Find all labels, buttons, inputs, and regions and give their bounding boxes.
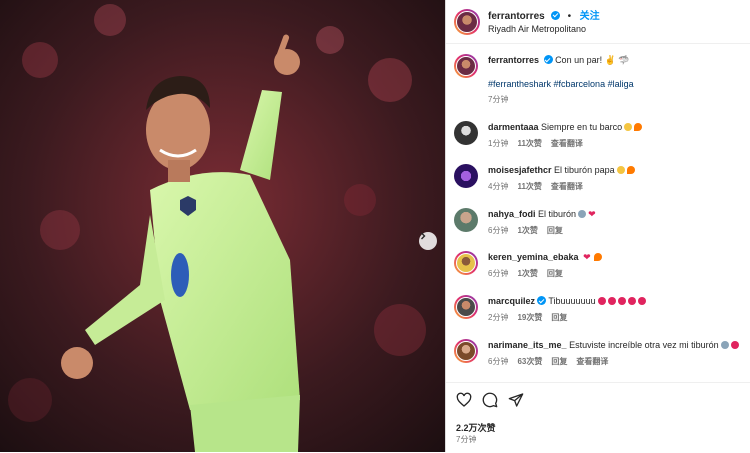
separator-dot: • [567,10,572,22]
comment-text: El tiburón [538,209,577,219]
reply-button[interactable]: 回复 [551,313,567,322]
heart-icon[interactable] [456,392,472,413]
fire-emoji-icon [634,123,643,131]
see-translation-button[interactable]: 查看翻译 [576,357,608,366]
comment-item: marcquilez Tibuuuuuuu 2分钟 19次赞 回复 [454,295,744,324]
fire-emoji-icon [626,166,635,174]
heart-emoji-icon [583,251,592,263]
heart-eyes-emoji-icon [637,297,646,305]
comment-text: Siempre en tu barco [541,122,623,132]
share-icon[interactable] [508,392,524,413]
clap-emoji-icon [624,123,633,131]
caption-text: Con un par! ✌️ 🦈 [555,55,630,65]
commenter-avatar[interactable] [454,208,478,232]
author-username[interactable]: ferrantorres [488,11,545,22]
comment-likes[interactable]: 11次赞 [517,182,541,191]
follow-button[interactable]: 关注 [580,11,600,22]
comment-item: darmentaaa Siempre en tu barco 1分钟 11次赞 查看… [454,121,744,150]
shark-emoji-icon [720,341,729,349]
comment-time: 4分钟 [488,182,509,191]
post-time: 7分钟 [456,435,477,444]
comment-username[interactable]: nahya_fodi [488,209,536,219]
post-header: ferrantorres • 关注 Riyadh Air Metropolita… [446,0,750,44]
comment-item: moisesjafethcr El tiburón papa 4分钟 11次赞 查看… [454,164,744,193]
comment-time: 6分钟 [488,226,509,235]
commenter-avatar[interactable] [454,339,478,363]
comment-likes[interactable]: 19次赞 [517,313,542,322]
comment-likes[interactable]: 11次赞 [517,139,541,148]
likes-count[interactable]: 2.2万次赞 [456,421,496,434]
verified-badge-icon [537,296,547,305]
see-translation-button[interactable]: 查看翻译 [551,182,583,191]
commenter-avatar[interactable] [454,164,478,188]
shark-emoji-icon [578,210,587,218]
reply-button[interactable]: 回复 [551,357,567,366]
commenter-avatar[interactable] [454,121,478,145]
verified-badge-icon [543,55,553,64]
caption-time: 7分钟 [488,95,509,104]
post-side-panel: ferrantorres • 关注 Riyadh Air Metropolita… [445,0,750,452]
post-actions: 2.2万次赞 7分钟 [446,382,750,453]
comment-text: Estuviste increíble otra vez mi tiburón [569,340,719,350]
heart-eyes-emoji-icon [597,297,606,305]
reply-button[interactable]: 回复 [547,269,563,278]
author-avatar[interactable] [454,54,478,78]
caption-username[interactable]: ferrantorres [488,55,539,65]
comment-username[interactable]: darmentaaa [488,122,539,132]
location-link[interactable]: Riyadh Air Metropolitano [488,23,600,36]
comment-time: 2分钟 [488,313,509,322]
comment-item: narimane_its_me_ Estuviste increíble otr… [454,339,744,368]
comment-username[interactable]: moisesjafethcr [488,165,552,175]
caption-item: ferrantorres Con un par! ✌️ 🦈 #ferranthe… [454,54,744,106]
reply-button[interactable]: 回复 [547,226,563,235]
comment-likes[interactable]: 1次赞 [517,226,537,235]
comment-text: Tibuuuuuuu [548,296,596,306]
comment-likes[interactable]: 63次赞 [517,357,542,366]
commenter-avatar[interactable] [454,295,478,319]
comment-username[interactable]: marcquilez [488,296,535,306]
comment-time: 6分钟 [488,269,509,278]
raising-hands-emoji-icon [616,166,625,174]
see-translation-button[interactable]: 查看翻译 [551,139,583,148]
heart-eyes-emoji-icon [607,297,616,305]
comment-time: 6分钟 [488,357,509,366]
comment-time: 1分钟 [488,139,509,148]
heart-eyes-emoji-icon [730,341,739,349]
verified-badge-icon [551,10,561,20]
carousel-next-icon[interactable] [419,232,437,250]
comment-icon[interactable] [482,392,498,413]
commenter-avatar[interactable] [454,251,478,275]
comments-list[interactable]: ferrantorres Con un par! ✌️ 🦈 #ferranthe… [446,44,750,382]
player-photo-illustration [0,0,445,452]
comment-text: El tiburón papa [554,165,615,175]
heart-eyes-emoji-icon [627,297,636,305]
caption-hashtags[interactable]: #ferrantheshark #fcbarcelona #laliga [488,78,744,90]
author-avatar[interactable] [454,8,480,35]
comment-likes[interactable]: 1次赞 [517,269,537,278]
fire-emoji-icon [594,253,603,261]
comment-username[interactable]: keren_yemina_ebaka [488,252,579,262]
comment-item: nahya_fodi El tiburón 6分钟 1次赞 回复 [454,208,744,237]
post-photo[interactable] [0,0,445,452]
comment-username[interactable]: narimane_its_me_ [488,340,567,350]
post-viewer: ferrantorres • 关注 Riyadh Air Metropolita… [0,0,750,452]
heart-eyes-emoji-icon [617,297,626,305]
comment-item: keren_yemina_ebaka 6分钟 1次赞 回复 [454,251,744,280]
heart-emoji-icon [588,208,597,220]
